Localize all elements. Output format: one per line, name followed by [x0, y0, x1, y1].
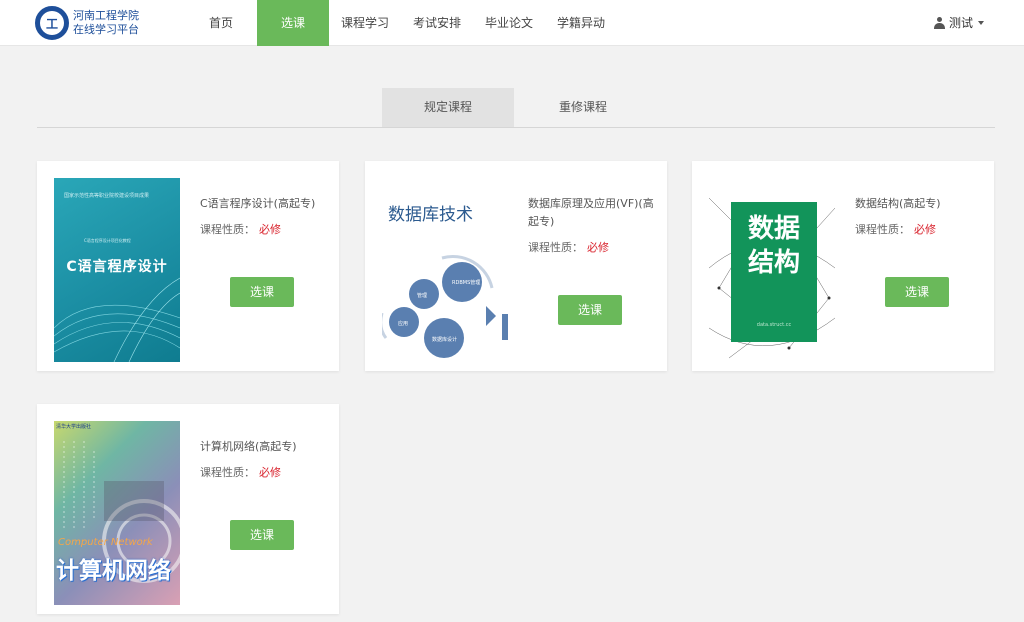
cover-title: 数据 结构 — [747, 214, 800, 278]
property-label: 课程性质： — [200, 223, 255, 236]
logo-text: 河南工程学院 在线学习平台 — [73, 9, 139, 37]
course-info: 数据结构(高起专) 课程性质： 必修 — [855, 195, 985, 237]
course-card: 国家示范性高等职业院校建设项目成果 C语言程序设计项目化教程 C语言程序设计 C… — [37, 161, 339, 371]
logo-text-line1: 河南工程学院 — [73, 9, 139, 22]
property-label: 课程性质： — [200, 466, 255, 479]
course-cover-image: 数据 结构 data.struct.cc — [709, 178, 835, 362]
select-course-button[interactable]: 选课 — [558, 295, 622, 325]
gear-label-manage: 管理 — [417, 293, 428, 299]
nav-course-study[interactable]: 课程学习 — [329, 0, 401, 46]
course-info: 计算机网络(高起专) 课程性质： 必修 — [200, 438, 330, 480]
cover-green-block: 数据 结构 data.struct.cc — [731, 202, 817, 342]
nav-course-selection[interactable]: 选课 — [257, 0, 329, 46]
course-cover-image: 数据库技术 RDBMS管理 管理 应用 数据库设计 — [382, 178, 508, 362]
course-title[interactable]: 数据库原理及应用(VF)(高起专) — [528, 195, 658, 231]
cover-subtitle: 国家示范性高等职业院校建设项目成果 — [64, 193, 150, 199]
course-property: 课程性质： 必修 — [200, 464, 330, 480]
cover-title: C语言程序设计 — [66, 259, 168, 275]
nav-thesis[interactable]: 毕业论文 — [473, 0, 545, 46]
site-logo[interactable]: 工 河南工程学院 在线学习平台 — [35, 6, 139, 40]
logo-text-line2: 在线学习平台 — [73, 23, 139, 36]
course-info: 数据库原理及应用(VF)(高起专) 课程性质： 必修 — [528, 195, 658, 255]
select-course-button[interactable]: 选课 — [885, 277, 949, 307]
course-property: 课程性质： 必修 — [855, 221, 985, 237]
caret-down-icon — [978, 21, 984, 25]
top-navbar: 工 河南工程学院 在线学习平台 首页 选课 课程学习 考试安排 毕业论文 学籍异… — [0, 0, 1024, 46]
property-value: 必修 — [259, 466, 281, 479]
property-label: 课程性质： — [528, 241, 583, 254]
course-cover-image: 国家示范性高等职业院校建设项目成果 C语言程序设计项目化教程 C语言程序设计 — [54, 178, 180, 362]
property-value: 必修 — [259, 223, 281, 236]
course-cover-image: 清华大学出版社 Computer Network 计算机网络 — [54, 421, 180, 605]
select-course-button[interactable]: 选课 — [230, 277, 294, 307]
nav-home[interactable]: 首页 — [185, 0, 257, 46]
tab-required-courses[interactable]: 规定课程 — [382, 88, 514, 127]
course-title[interactable]: 计算机网络(高起专) — [200, 438, 330, 456]
course-property: 课程性质： 必修 — [200, 221, 330, 237]
course-property: 课程性质： 必修 — [528, 239, 658, 255]
gear-label-design: 数据库设计 — [432, 337, 458, 343]
course-card: 数据 结构 data.struct.cc 数据结构(高起专) 课程性质： 必修 选… — [692, 161, 994, 371]
cover-subtitle2: C语言程序设计项目化教程 — [84, 238, 131, 243]
nav-exam-schedule[interactable]: 考试安排 — [401, 0, 473, 46]
cover-title-zh: 计算机网络 — [56, 558, 171, 584]
school-emblem-icon: 工 — [35, 6, 69, 40]
course-info: C语言程序设计(高起专) 课程性质： 必修 — [200, 195, 330, 237]
cover-title-en: Computer Network — [58, 537, 153, 548]
gear-label-apply: 应用 — [398, 321, 409, 327]
property-value: 必修 — [914, 223, 936, 236]
gears-illustration — [382, 254, 508, 358]
tab-retake-courses[interactable]: 重修课程 — [517, 88, 649, 127]
main-nav: 首页 选课 课程学习 考试安排 毕业论文 学籍异动 — [185, 0, 617, 46]
property-value: 必修 — [587, 241, 609, 254]
course-title[interactable]: 数据结构(高起专) — [855, 195, 985, 213]
course-card: 清华大学出版社 Computer Network 计算机网络 计算机网络(高起专… — [37, 404, 339, 614]
user-name: 测试 — [948, 16, 973, 30]
course-tabs: 规定课程 重修课程 — [37, 88, 995, 128]
nav-status-change[interactable]: 学籍异动 — [545, 0, 617, 46]
course-card: 数据库技术 RDBMS管理 管理 应用 数据库设计 数据库原理及应用(VF)(高… — [365, 161, 667, 371]
user-menu[interactable]: 测试 — [933, 0, 984, 46]
property-label: 课程性质： — [855, 223, 910, 236]
cover-publisher: 清华大学出版社 — [56, 424, 92, 430]
select-course-button[interactable]: 选课 — [230, 520, 294, 550]
user-icon — [933, 17, 945, 29]
gear-label-rdbms: RDBMS管理 — [452, 280, 481, 286]
course-title[interactable]: C语言程序设计(高起专) — [200, 195, 330, 213]
cover-subtitle: data.struct.cc — [756, 322, 792, 328]
